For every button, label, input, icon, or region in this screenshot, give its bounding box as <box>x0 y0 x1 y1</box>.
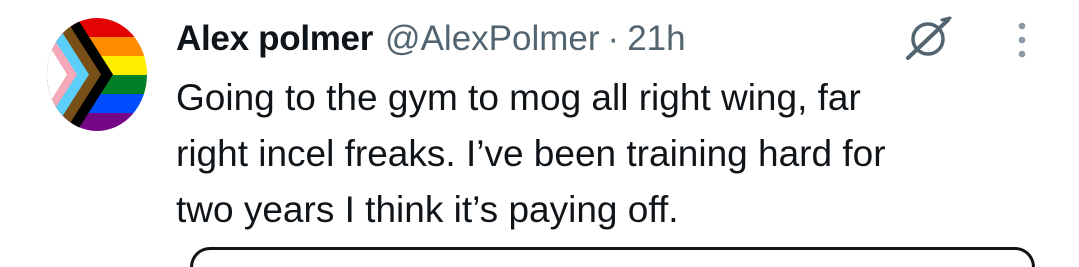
header-separator: · <box>607 19 620 58</box>
tweet-text-line: right incel freaks. I’ve been training h… <box>176 133 886 174</box>
tweet-text: Going to the gym to mog all right wing, … <box>176 70 1036 238</box>
tweet-text-line: Going to the gym to mog all right wing, … <box>176 77 861 118</box>
tweet-header: Alex polmer @AlexPolmer · 21h <box>176 14 686 64</box>
tweet-text-line: two years I think it’s paying off. <box>176 189 679 230</box>
tweet[interactable]: Alex polmer @AlexPolmer · 21h Going to t… <box>0 0 1079 267</box>
grok-icon[interactable] <box>902 14 956 62</box>
avatar[interactable] <box>47 18 147 131</box>
user-handle[interactable]: @AlexPolmer <box>385 14 599 64</box>
display-name[interactable]: Alex polmer <box>176 14 373 64</box>
more-vertical-icon[interactable] <box>1010 18 1034 62</box>
timestamp[interactable]: 21h <box>627 14 685 64</box>
progress-pride-flag-avatar-icon <box>47 18 147 131</box>
media-card-edge[interactable] <box>190 247 1035 267</box>
